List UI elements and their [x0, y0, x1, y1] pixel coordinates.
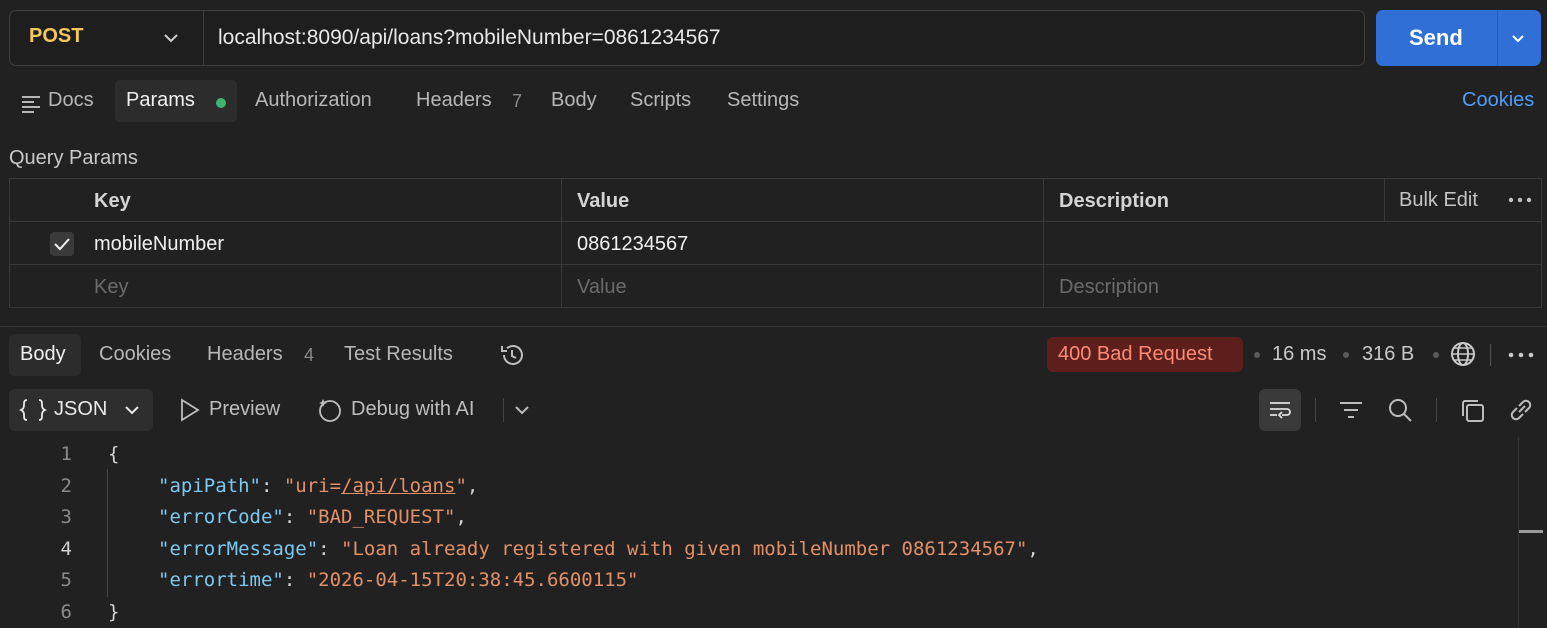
bulk-edit-button[interactable]: Bulk Edit: [1399, 189, 1478, 212]
tab-params-label[interactable]: Params: [126, 89, 195, 112]
json-line-errormessage: "errorMessage": "Loan already registered…: [158, 538, 1039, 560]
more-options-icon[interactable]: [1508, 352, 1534, 358]
line-number: 5: [60, 569, 72, 591]
line-number: 6: [60, 601, 72, 623]
description-placeholder[interactable]: Description: [1059, 276, 1159, 299]
meta-divider: [1490, 344, 1491, 366]
line-number: 3: [60, 506, 72, 528]
copy-icon[interactable]: [1459, 397, 1487, 425]
history-icon[interactable]: [498, 341, 526, 369]
tab-docs[interactable]: Docs: [48, 89, 94, 112]
cookies-link[interactable]: Cookies: [1462, 89, 1534, 112]
method-select[interactable]: POST: [10, 11, 204, 65]
send-divider: [1497, 10, 1498, 66]
link-icon[interactable]: [1507, 396, 1535, 424]
method-label: POST: [29, 25, 84, 47]
toolbar-divider: [1315, 398, 1316, 422]
url-bar: POST localhost:8090/api/loans?mobileNumb…: [9, 10, 1365, 66]
json-key: "errorMessage": [158, 538, 319, 560]
response-tab-cookies[interactable]: Cookies: [99, 343, 171, 366]
ai-sparkle-icon: [319, 399, 341, 422]
toolbar-divider: [503, 398, 504, 422]
tab-headers[interactable]: Headers: [416, 89, 492, 112]
col-divider: [561, 179, 562, 307]
headers-count: 7: [512, 91, 523, 111]
key-placeholder[interactable]: Key: [94, 276, 128, 299]
response-tab-headers[interactable]: Headers: [207, 343, 283, 366]
tab-settings[interactable]: Settings: [727, 89, 799, 112]
json-value-suffix: ": [455, 475, 467, 497]
column-header-value: Value: [577, 190, 630, 212]
send-label: Send: [1409, 25, 1463, 50]
json-value: "Loan already registered with given mobi…: [341, 538, 1028, 560]
url-input[interactable]: localhost:8090/api/loans?mobileNumber=08…: [218, 26, 721, 50]
value-placeholder[interactable]: Value: [577, 276, 627, 299]
json-value-prefix: "uri=: [283, 475, 342, 497]
globe-icon[interactable]: [1450, 341, 1476, 367]
format-select[interactable]: JSON: [9, 389, 153, 431]
format-label: JSON: [54, 398, 108, 420]
chevron-down-icon[interactable]: [1507, 27, 1529, 49]
docs-icon: [22, 96, 40, 113]
query-params-title: Query Params: [9, 147, 138, 169]
braces-icon: [19, 399, 47, 421]
check-icon: [54, 238, 70, 251]
line-number: 2: [60, 475, 72, 497]
response-headers-count: 4: [304, 345, 315, 365]
json-open-brace: {: [108, 443, 120, 465]
meta-separator: [1433, 352, 1439, 358]
preview-button[interactable]: Preview: [209, 398, 280, 421]
tab-authorization[interactable]: Authorization: [255, 89, 372, 112]
meta-separator: [1254, 352, 1260, 358]
toolbar-divider: [1436, 398, 1437, 422]
json-value: "BAD_REQUEST": [306, 506, 456, 528]
wrap-icon: [1270, 402, 1291, 419]
status-badge: 400 Bad Request: [1047, 337, 1243, 372]
json-key: "errortime": [158, 569, 284, 591]
column-header-description: Description: [1059, 190, 1170, 212]
play-icon: [181, 398, 200, 422]
scrollbar-thumb[interactable]: [1519, 530, 1543, 533]
json-key: "errorCode": [158, 506, 284, 528]
send-button[interactable]: Send: [1376, 10, 1541, 66]
chevron-down-icon: [125, 406, 139, 415]
chevron-down-icon[interactable]: [512, 400, 532, 420]
tab-body[interactable]: Body: [551, 89, 597, 112]
json-line-errorcode: "errorCode": "BAD_REQUEST",: [158, 506, 467, 528]
json-line-errortime: "errortime": "2026-04-15T20:38:45.660011…: [158, 569, 639, 591]
pane-divider[interactable]: [0, 326, 1547, 327]
search-icon[interactable]: [1386, 396, 1414, 424]
wrap-lines-button[interactable]: [1259, 389, 1301, 431]
response-tab-body-label[interactable]: Body: [20, 343, 66, 366]
response-time: 16 ms: [1272, 343, 1327, 365]
json-key: "apiPath": [158, 475, 261, 497]
param-value[interactable]: 0861234567: [577, 233, 688, 256]
line-number: 4: [60, 538, 72, 560]
json-close-brace: }: [108, 601, 120, 623]
meta-separator: [1343, 352, 1349, 358]
row-checkbox[interactable]: [50, 232, 74, 256]
row-divider: [10, 264, 1541, 265]
json-line-apipath: "apiPath": "uri=/api/loans",: [158, 475, 479, 497]
line-number: 1: [60, 443, 72, 465]
response-size: 316 B: [1362, 343, 1415, 365]
chevron-down-icon: [164, 34, 178, 43]
json-value: "2026-04-15T20:38:45.6600115": [306, 569, 639, 591]
filter-icon[interactable]: [1338, 398, 1364, 422]
json-value-link[interactable]: /api/loans: [341, 475, 455, 497]
response-tab-test-results[interactable]: Test Results: [344, 343, 453, 366]
params-active-dot: [216, 98, 226, 108]
tab-scripts[interactable]: Scripts: [630, 89, 691, 112]
column-header-key: Key: [94, 190, 131, 212]
row-divider: [10, 221, 1541, 222]
params-table: Key Value Description Bulk Edit mobileNu…: [9, 178, 1542, 308]
col-divider: [1043, 179, 1044, 307]
more-options-icon[interactable]: [1508, 197, 1532, 203]
param-key[interactable]: mobileNumber: [94, 233, 224, 256]
indent-guide: [107, 469, 108, 597]
col-divider: [1384, 179, 1385, 221]
debug-ai-button[interactable]: Debug with AI: [351, 398, 474, 421]
